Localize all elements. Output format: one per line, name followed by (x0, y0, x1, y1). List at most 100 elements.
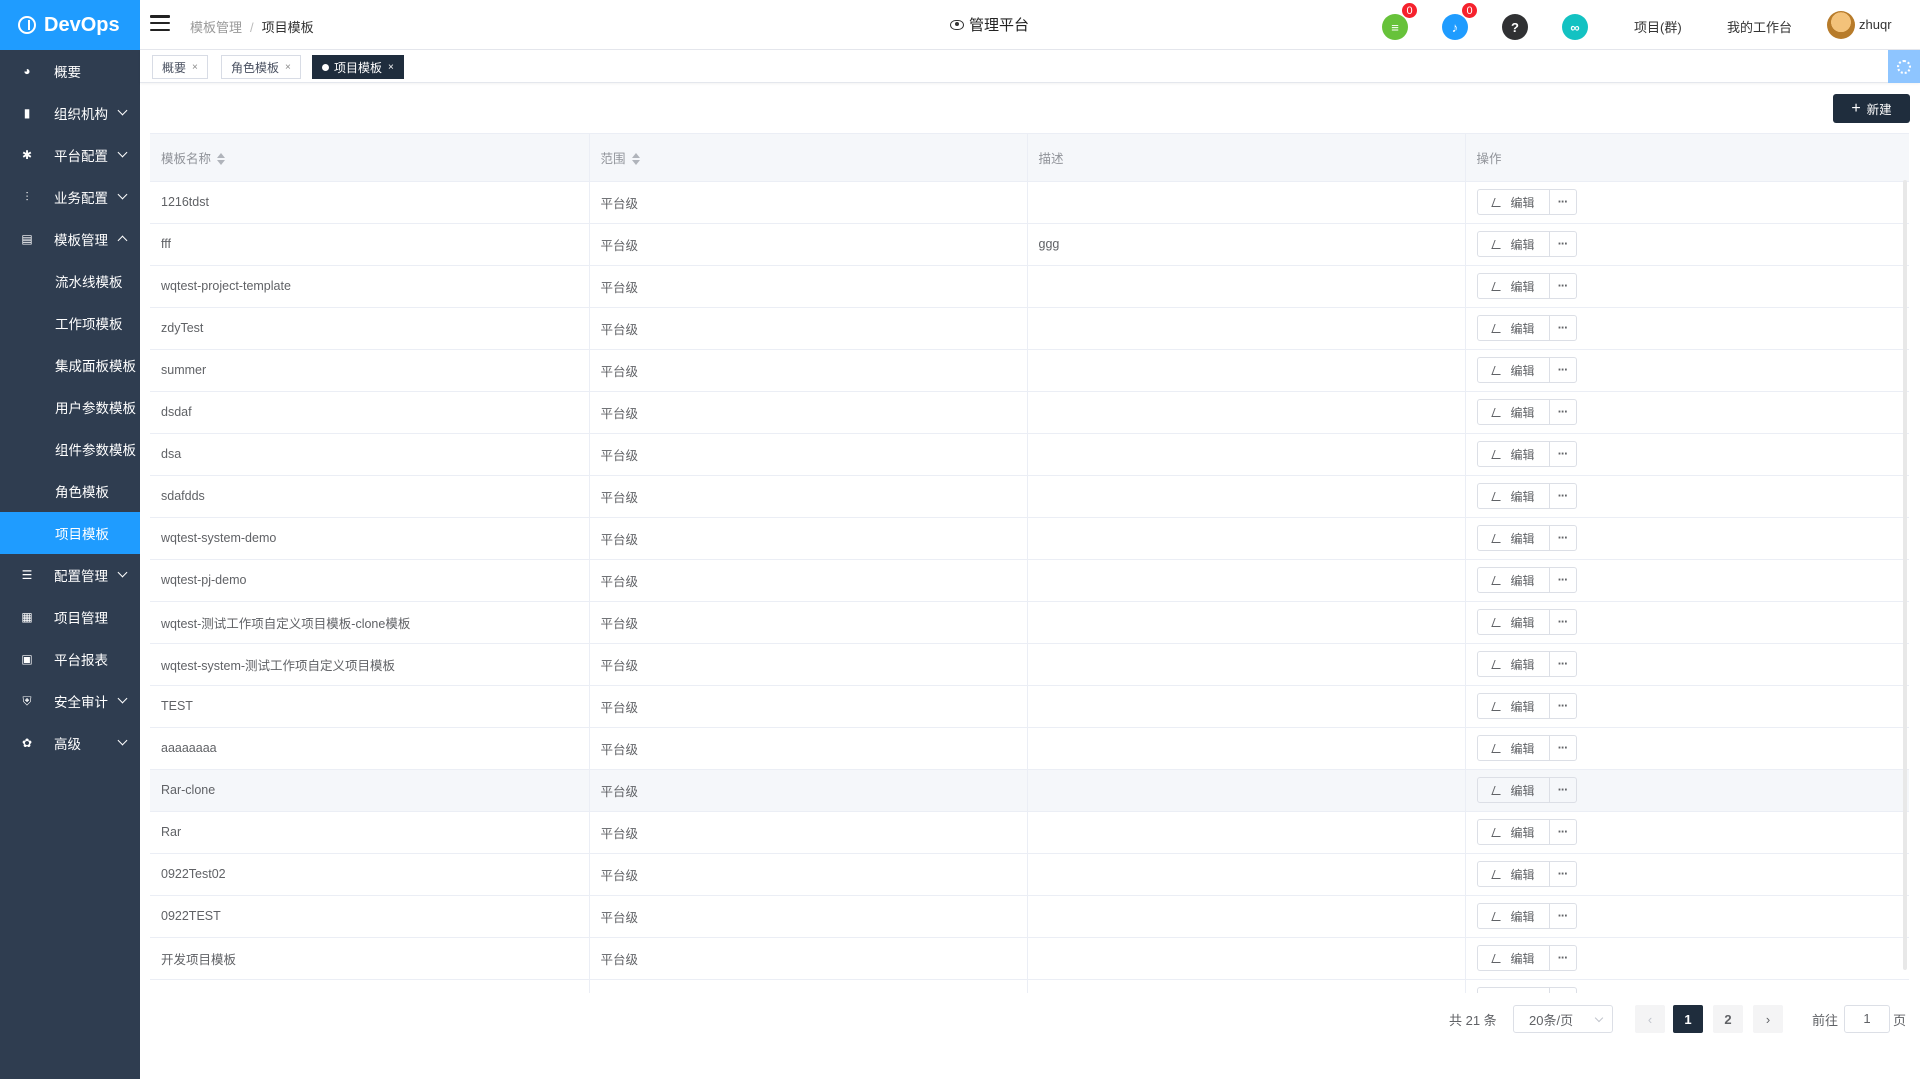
more-icon[interactable]: ··· (1550, 951, 1576, 965)
table-row[interactable]: fff 平台级 ggg 编辑 ··· (150, 223, 1909, 266)
table-row[interactable]: TEST 平台级 编辑 ··· (150, 685, 1909, 728)
breadcrumb-parent[interactable]: 模板管理 (190, 20, 242, 35)
table-row[interactable]: 0922TEST 平台级 编辑 ··· (150, 895, 1909, 938)
table-row[interactable]: summer 平台级 编辑 ··· (150, 349, 1909, 392)
sidebar-item[interactable]: ☰ 配置管理 (0, 554, 140, 596)
edit-button[interactable]: 编辑 (1478, 862, 1550, 886)
edit-button[interactable]: 编辑 (1478, 316, 1550, 340)
more-icon[interactable]: ··· (1550, 657, 1576, 671)
help-icon[interactable]: ? (1502, 14, 1528, 40)
edit-button[interactable]: 编辑 (1478, 820, 1550, 844)
more-icon[interactable]: ··· (1550, 825, 1576, 839)
more-icon[interactable]: ··· (1550, 447, 1576, 461)
sidebar-subitem[interactable]: 项目模板 (0, 512, 140, 554)
edit-button[interactable]: 编辑 (1478, 988, 1550, 993)
sort-icon[interactable] (217, 153, 226, 166)
close-icon[interactable]: × (285, 62, 291, 73)
column-header-scope[interactable]: 范围 (589, 134, 1028, 182)
edit-button[interactable]: 编辑 (1478, 778, 1550, 802)
edit-button[interactable]: 编辑 (1478, 190, 1550, 214)
edit-button[interactable]: 编辑 (1478, 652, 1550, 676)
new-template-button[interactable]: + 新建 (1833, 94, 1910, 123)
page-button-2[interactable]: 2 (1713, 1005, 1743, 1033)
close-icon[interactable]: × (388, 62, 394, 73)
settings-gear-icon[interactable] (1888, 50, 1920, 83)
menu-toggle-icon[interactable] (150, 15, 170, 31)
username[interactable]: zhuqr (1859, 17, 1892, 32)
sidebar-item[interactable]: ✱ 平台配置 (0, 134, 140, 176)
avatar[interactable] (1827, 11, 1855, 39)
more-icon[interactable]: ··· (1550, 279, 1576, 293)
more-icon[interactable]: ··· (1550, 531, 1576, 545)
app-logo[interactable]: DevOps (0, 0, 140, 50)
more-icon[interactable]: ··· (1550, 489, 1576, 503)
sidebar-subitem[interactable]: 流水线模板 (0, 260, 140, 302)
project-group-link[interactable]: 项目(群) (1634, 17, 1682, 36)
table-row[interactable]: Rar 平台级 编辑 ··· (150, 811, 1909, 854)
more-icon[interactable]: ··· (1550, 195, 1576, 209)
column-header-name[interactable]: 模板名称 (150, 134, 590, 182)
sidebar-subitem[interactable]: 用户参数模板 (0, 386, 140, 428)
sidebar-item[interactable]: ▦ 项目管理 (0, 596, 140, 638)
sidebar-item[interactable]: ⫶ 业务配置 (0, 176, 140, 218)
more-icon[interactable]: ··· (1550, 699, 1576, 713)
sidebar-item[interactable]: ▣ 平台报表 (0, 638, 140, 680)
table-row[interactable]: wqtest-测试工作项自定义项目模板-clone模板 平台级 编辑 ··· (150, 601, 1909, 644)
tab-overview[interactable]: 概要 × (152, 55, 208, 79)
sidebar-item[interactable]: ▮ 组织机构 (0, 92, 140, 134)
edit-button[interactable]: 编辑 (1478, 484, 1550, 508)
platform-title[interactable]: 管理平台 (950, 14, 1029, 35)
table-row[interactable]: 开发项目模板 平台级 编辑 ··· (150, 937, 1909, 980)
sidebar-subitem[interactable]: 组件参数模板 (0, 428, 140, 470)
table-row[interactable]: wqtest-pj-demo 平台级 编辑 ··· (150, 559, 1909, 602)
tab-role-template[interactable]: 角色模板 × (221, 55, 301, 79)
table-row[interactable]: zdyTest 平台级 编辑 ··· (150, 307, 1909, 350)
sidebar-item[interactable]: ⛨ 安全审计 (0, 680, 140, 722)
sidebar-subitem[interactable]: 集成面板模板 (0, 344, 140, 386)
table-row[interactable]: dsdaf 平台级 编辑 ··· (150, 391, 1909, 434)
goto-page-input[interactable]: 1 (1844, 1005, 1890, 1033)
table-row[interactable]: wqtest-project-template 平台级 编辑 ··· (150, 265, 1909, 308)
my-workbench-link[interactable]: 我的工作台 (1727, 17, 1792, 36)
sidebar-item[interactable]: ✿ 高级 (0, 722, 140, 764)
edit-button[interactable]: 编辑 (1478, 526, 1550, 550)
edit-button[interactable]: 编辑 (1478, 736, 1550, 760)
bell-icon[interactable]: ♪ 0 (1442, 2, 1478, 40)
table-row[interactable]: dsa 平台级 编辑 ··· (150, 433, 1909, 476)
edit-button[interactable]: 编辑 (1478, 610, 1550, 634)
table-row[interactable]: aaaaaaaa 平台级 编辑 ··· (150, 727, 1909, 770)
sidebar-item[interactable]: ▤ 模板管理 (0, 218, 140, 260)
close-icon[interactable]: × (192, 62, 198, 73)
document-notice-icon[interactable]: ≡ 0 (1382, 2, 1418, 40)
table-row[interactable]: sdafdds 平台级 编辑 ··· (150, 475, 1909, 518)
table-row[interactable]: 0922Test02 平台级 编辑 ··· (150, 853, 1909, 896)
edit-button[interactable]: 编辑 (1478, 358, 1550, 382)
tab-project-template[interactable]: 项目模板 × (312, 55, 404, 79)
more-icon[interactable]: ··· (1550, 867, 1576, 881)
more-icon[interactable]: ··· (1550, 783, 1576, 797)
table-row[interactable]: 编辑··· (150, 979, 1909, 993)
table-row[interactable]: wqtest-system-测试工作项自定义项目模板 平台级 编辑 ··· (150, 643, 1909, 686)
sort-icon[interactable] (631, 153, 640, 166)
more-icon[interactable]: ··· (1550, 363, 1576, 377)
table-scrollbar[interactable] (1903, 180, 1907, 970)
more-icon[interactable]: ··· (1550, 321, 1576, 335)
sidebar-subitem[interactable]: 工作项模板 (0, 302, 140, 344)
table-row[interactable]: 1216tdst 平台级 编辑 ··· (150, 181, 1909, 224)
edit-button[interactable]: 编辑 (1478, 946, 1550, 970)
sidebar-item[interactable]: ◕ 概要 (0, 50, 140, 92)
sidebar-subitem[interactable]: 角色模板 (0, 470, 140, 512)
more-icon[interactable]: ··· (1550, 573, 1576, 587)
edit-button[interactable]: 编辑 (1478, 568, 1550, 592)
link-icon[interactable]: ∞ (1562, 14, 1588, 40)
table-row[interactable]: wqtest-system-demo 平台级 编辑 ··· (150, 517, 1909, 560)
more-icon[interactable]: ··· (1550, 237, 1576, 251)
next-page-button[interactable]: › (1753, 1005, 1783, 1033)
edit-button[interactable]: 编辑 (1478, 274, 1550, 298)
more-icon[interactable]: ··· (1550, 909, 1576, 923)
more-icon[interactable]: ··· (1550, 405, 1576, 419)
page-size-select[interactable]: 20条/页 (1513, 1005, 1613, 1033)
edit-button[interactable]: 编辑 (1478, 694, 1550, 718)
more-icon[interactable]: ··· (1550, 741, 1576, 755)
more-icon[interactable]: ··· (1550, 615, 1576, 629)
